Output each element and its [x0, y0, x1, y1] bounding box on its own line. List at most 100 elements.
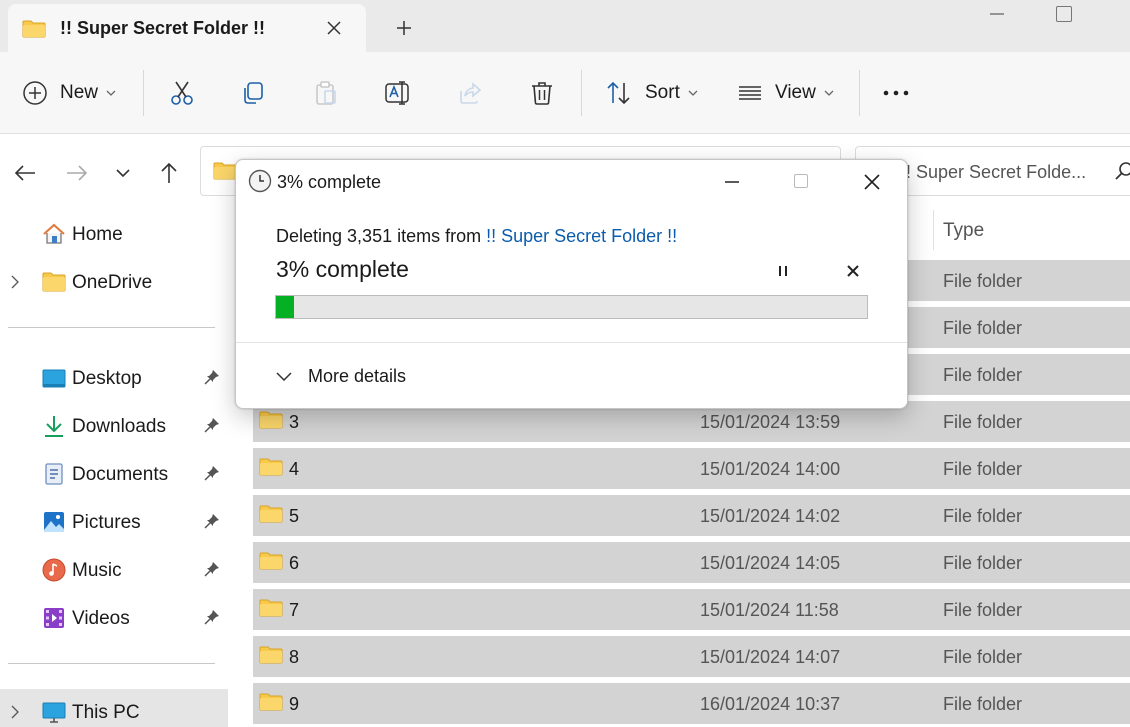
- progress-bar-fill: [276, 296, 294, 318]
- sidebar-item-label: This PC: [72, 702, 140, 723]
- rename-button[interactable]: [384, 72, 412, 114]
- up-button[interactable]: [152, 156, 186, 190]
- music-icon: [42, 558, 66, 582]
- title-bar: !! Super Secret Folder !!: [0, 0, 1130, 52]
- column-header-type[interactable]: Type: [943, 220, 984, 242]
- pin-icon[interactable]: [204, 369, 220, 390]
- sidebar-item-onedrive[interactable]: OneDrive: [0, 259, 228, 305]
- sidebar-divider: [8, 663, 215, 664]
- share-icon: [460, 82, 482, 104]
- table-row[interactable]: 9 16/01/2024 10:37 File folder: [253, 683, 1130, 724]
- chevron-down-icon: [688, 90, 698, 96]
- folder-icon: [259, 646, 283, 669]
- pin-icon[interactable]: [204, 417, 220, 438]
- cut-button[interactable]: [169, 72, 195, 114]
- recent-locations-button[interactable]: [106, 156, 140, 190]
- minimize-window-icon[interactable]: [986, 6, 1008, 22]
- new-button[interactable]: New: [22, 72, 116, 114]
- sidebar-item-desktop[interactable]: Desktop: [0, 355, 228, 401]
- desktop-icon: [42, 366, 66, 390]
- pin-icon[interactable]: [204, 609, 220, 630]
- sidebar-item-label: Videos: [72, 608, 130, 629]
- pin-icon[interactable]: [204, 561, 220, 582]
- folder-icon: [22, 20, 46, 43]
- pin-icon[interactable]: [204, 513, 220, 534]
- date-modified: 15/01/2024 14:00: [700, 459, 841, 479]
- file-name: 7: [289, 600, 300, 620]
- sort-button[interactable]: Sort: [605, 72, 698, 114]
- maximize-window-icon[interactable]: [1056, 6, 1072, 22]
- toolbar-separator: [143, 70, 144, 116]
- table-row[interactable]: 8 15/01/2024 14:07 File folder: [253, 636, 1130, 677]
- file-type: File folder: [943, 318, 1023, 338]
- tab-title: !! Super Secret Folder !!: [60, 18, 266, 38]
- computer-icon: [42, 700, 66, 724]
- table-row[interactable]: 7 15/01/2024 11:58 File folder: [253, 589, 1130, 630]
- date-modified: 15/01/2024 14:07: [700, 647, 841, 667]
- copy-icon: [244, 82, 263, 104]
- more-options-button[interactable]: [882, 72, 910, 114]
- folder-icon: [259, 505, 283, 528]
- sidebar-divider: [8, 327, 215, 328]
- minimize-icon[interactable]: [718, 168, 746, 196]
- rename-icon: [385, 81, 409, 105]
- source-folder-link[interactable]: !! Super Secret Folder !!: [486, 226, 677, 246]
- date-modified: 16/01/2024 10:37: [700, 694, 841, 714]
- back-button[interactable]: [8, 156, 42, 190]
- view-label: View: [775, 82, 816, 103]
- cancel-operation-icon[interactable]: [840, 258, 866, 284]
- sidebar-item-pictures[interactable]: Pictures: [0, 499, 228, 545]
- date-modified: 15/01/2024 11:58: [700, 600, 839, 620]
- sidebar-item-documents[interactable]: Documents: [0, 451, 228, 497]
- sidebar-item-label: Pictures: [72, 512, 141, 533]
- sidebar-item-downloads[interactable]: Downloads: [0, 403, 228, 449]
- file-name: 3: [289, 412, 300, 432]
- view-button[interactable]: View: [737, 72, 834, 114]
- paste-button[interactable]: [313, 72, 339, 114]
- table-row[interactable]: 5 15/01/2024 14:02 File folder: [253, 495, 1130, 536]
- date-modified: 15/01/2024 14:02: [700, 506, 841, 526]
- pin-icon[interactable]: [204, 465, 220, 486]
- share-button[interactable]: [457, 72, 483, 114]
- chevron-right-icon[interactable]: [10, 273, 20, 294]
- close-tab-icon[interactable]: [320, 14, 348, 42]
- pause-icon[interactable]: [770, 258, 796, 284]
- file-type: File folder: [943, 553, 1023, 573]
- sidebar-item-label: Home: [72, 224, 123, 245]
- column-separator: [933, 210, 934, 250]
- table-row[interactable]: 6 15/01/2024 14:05 File folder: [253, 542, 1130, 583]
- delete-button[interactable]: [529, 72, 555, 114]
- arrow-up-icon: [161, 162, 177, 183]
- close-icon[interactable]: [858, 168, 886, 196]
- folder-icon: [259, 599, 283, 622]
- toolbar-separator: [581, 70, 582, 116]
- chevron-right-icon[interactable]: [10, 703, 20, 724]
- sidebar-item-videos[interactable]: Videos: [0, 595, 228, 641]
- tab-super-secret-folder[interactable]: !! Super Secret Folder !!: [8, 4, 366, 52]
- sidebar-item-this-pc[interactable]: This PC: [0, 689, 228, 727]
- more-details-button[interactable]: More details: [276, 356, 406, 396]
- forward-button[interactable]: [60, 156, 94, 190]
- clock-icon: [248, 169, 272, 198]
- folder-icon: [259, 458, 283, 481]
- view-list-icon: [739, 86, 761, 100]
- new-tab-button[interactable]: [390, 14, 418, 42]
- file-type: File folder: [943, 600, 1023, 620]
- download-icon: [42, 414, 66, 438]
- file-type: File folder: [943, 459, 1023, 479]
- table-row[interactable]: 4 15/01/2024 14:00 File folder: [253, 448, 1130, 489]
- command-bar: New Sort View: [0, 52, 1130, 134]
- more-details-label: More details: [308, 365, 407, 386]
- sidebar-item-home[interactable]: Home: [0, 211, 228, 257]
- sidebar-item-music[interactable]: Music: [0, 547, 228, 593]
- scissors-icon: [171, 81, 193, 105]
- navigation-pane: Home OneDrive Desktop Downloads Document…: [0, 205, 228, 727]
- copy-button[interactable]: [240, 72, 266, 114]
- progress-bar: [275, 295, 868, 319]
- videos-icon: [42, 606, 66, 630]
- file-type: File folder: [943, 694, 1023, 714]
- documents-icon: [42, 462, 66, 486]
- chevron-down-icon: [116, 169, 130, 178]
- home-icon: [42, 222, 66, 246]
- chevron-down-icon: [824, 90, 834, 96]
